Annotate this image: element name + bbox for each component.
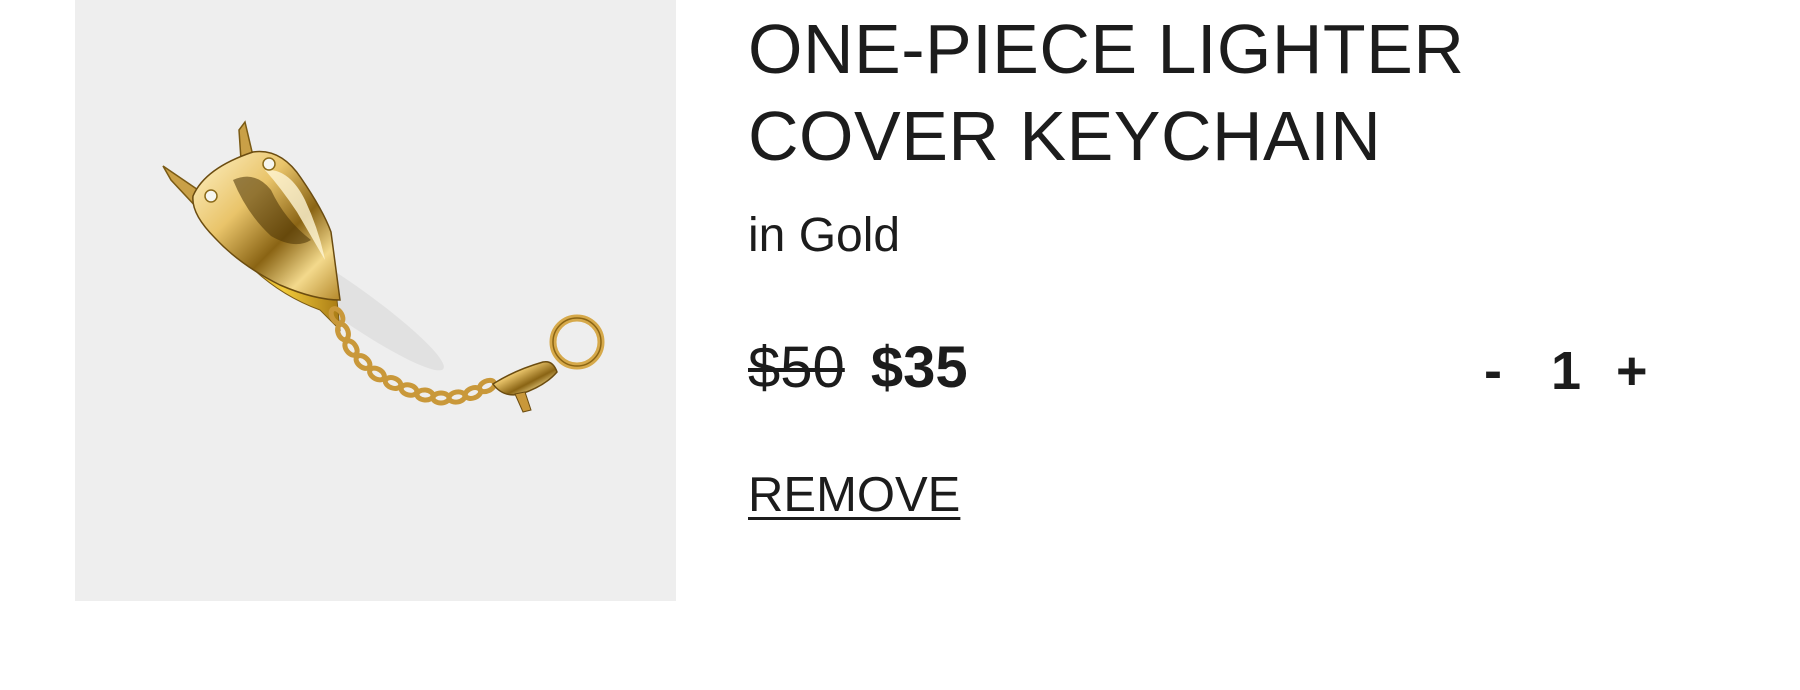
original-price: $50 [748, 335, 845, 400]
keychain-illustration [162, 120, 605, 413]
cart-line-item: ONE-PIECE LIGHTER COVER KEYCHAIN in Gold… [0, 0, 1800, 690]
price-row: $50 $35 [748, 334, 968, 402]
product-variant: in Gold [748, 209, 901, 262]
sale-price: $35 [870, 335, 968, 400]
quantity-stepper: - 1 + [1484, 336, 1656, 406]
quantity-value: 1 [1550, 341, 1582, 401]
product-image[interactable] [75, 0, 676, 601]
increase-quantity-button[interactable]: + [1616, 336, 1656, 406]
product-title[interactable]: ONE-PIECE LIGHTER COVER KEYCHAIN [748, 6, 1648, 180]
decrease-quantity-button[interactable]: - [1484, 336, 1516, 406]
remove-item-link[interactable]: REMOVE [748, 466, 960, 524]
